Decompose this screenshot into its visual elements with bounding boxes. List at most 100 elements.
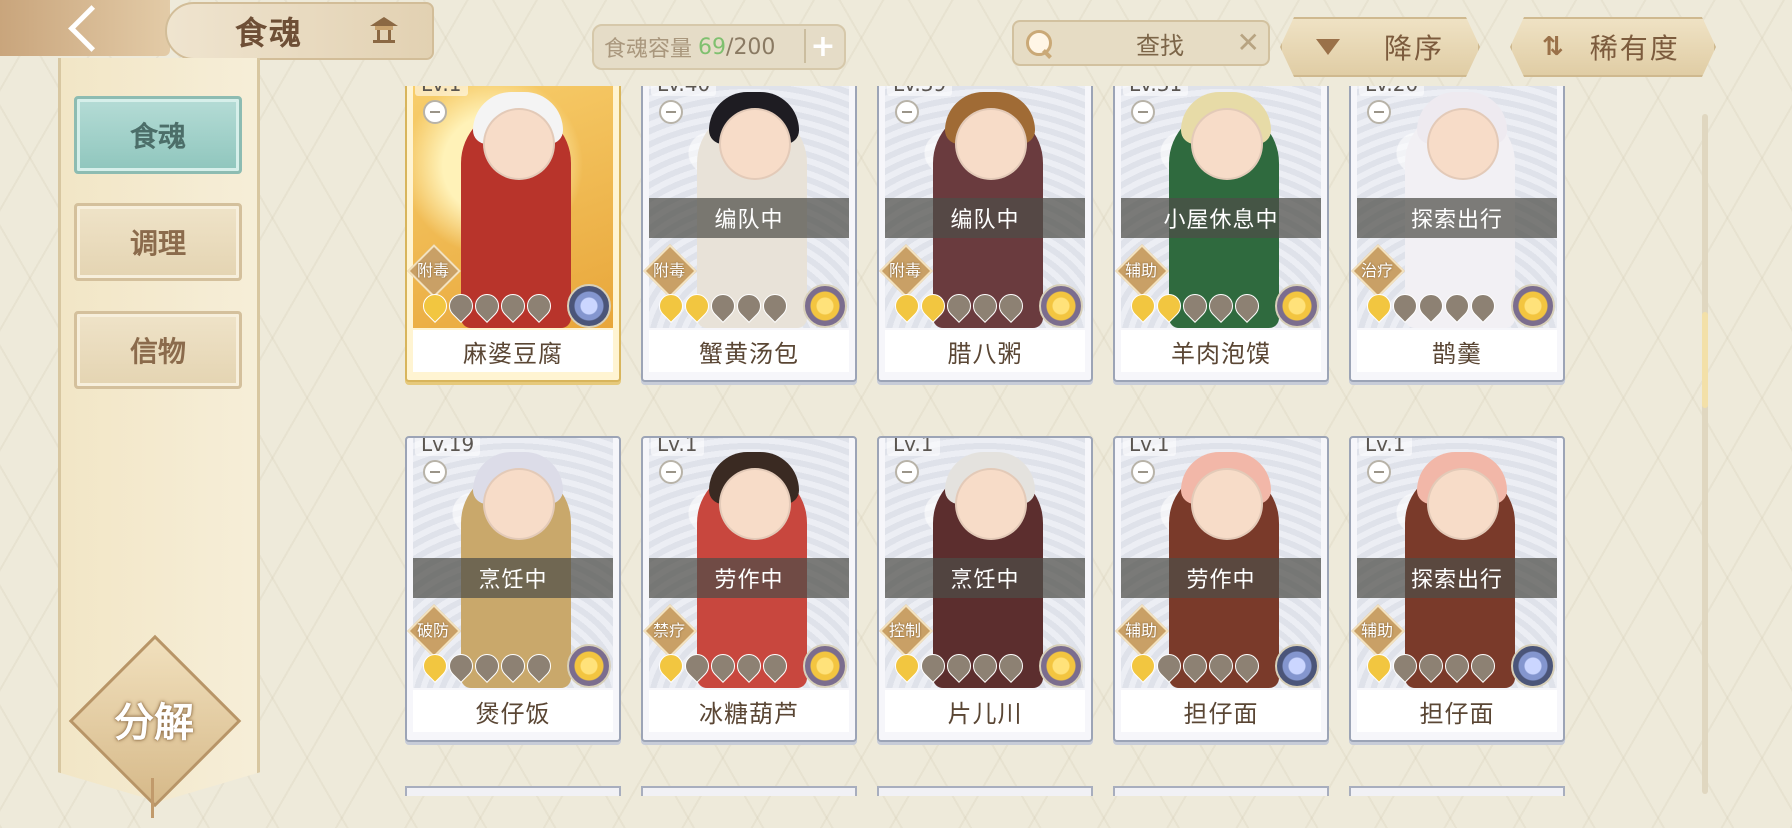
- role-label: 控制: [888, 621, 921, 640]
- flame-star-icon: [1204, 289, 1238, 323]
- food-soul-name: 担仔面: [1121, 690, 1321, 732]
- food-soul-card[interactable]: Lv.1 劳作中 辅助 担仔面: [1113, 436, 1329, 742]
- level-label: Lv.1: [1359, 438, 1412, 456]
- flame-star-icon: [1126, 649, 1160, 683]
- rarity-flower-icon: [1275, 284, 1319, 328]
- flame-star-icon: [1178, 649, 1212, 683]
- rarity-sort-label: 稀有度: [1589, 32, 1680, 65]
- sort-order-label: 降序: [1384, 32, 1445, 65]
- flame-star-icon: [654, 289, 688, 323]
- star-rating: [654, 289, 792, 323]
- flame-star-icon: [1388, 289, 1422, 323]
- lock-badge-icon[interactable]: [895, 460, 919, 484]
- partial-card[interactable]: [405, 786, 621, 796]
- sort-order-button[interactable]: 降序: [1280, 17, 1480, 77]
- level-label: Lv.39: [887, 86, 953, 96]
- star-rating: [654, 649, 792, 683]
- flame-star-icon: [942, 649, 976, 683]
- character-face: [719, 468, 791, 540]
- rarity-sort-button[interactable]: ⇅ 稀有度: [1510, 17, 1716, 77]
- food-soul-card[interactable]: Lv.1 附毒麻婆豆腐: [405, 86, 621, 382]
- flame-star-icon: [496, 289, 530, 323]
- food-soul-card[interactable]: Lv.1 探索出行 辅助 担仔面: [1349, 436, 1565, 742]
- flame-star-icon: [1466, 289, 1500, 323]
- partial-card[interactable]: [641, 786, 857, 796]
- star-rating: [1362, 289, 1500, 323]
- search-box[interactable]: 查找 ✕: [1012, 20, 1270, 66]
- capacity-label: 食魂容量: [604, 37, 693, 62]
- role-label: 破防: [416, 621, 449, 640]
- partial-card[interactable]: [1349, 786, 1565, 796]
- food-soul-card[interactable]: Lv.40 编队中附毒蟹黄汤包: [641, 86, 857, 382]
- flame-star-icon: [1204, 649, 1238, 683]
- lock-badge-icon[interactable]: [895, 100, 919, 124]
- tab-food-souls[interactable]: 食魂: [74, 96, 242, 174]
- rarity-flower-icon: [567, 644, 611, 688]
- flame-star-icon: [418, 289, 452, 323]
- tassel-decoration: [151, 778, 154, 818]
- character-face: [483, 468, 555, 540]
- flame-star-icon: [890, 289, 924, 323]
- lock-badge-icon[interactable]: [1367, 460, 1391, 484]
- character-face: [955, 108, 1027, 180]
- character-face: [719, 108, 791, 180]
- role-label: 附毒: [416, 261, 449, 280]
- role-label: 附毒: [888, 261, 921, 280]
- home-pavilion-icon[interactable]: [368, 14, 400, 44]
- flame-star-icon: [942, 289, 976, 323]
- rarity-flower-icon: [803, 284, 847, 328]
- flame-star-icon: [706, 649, 740, 683]
- food-soul-card[interactable]: Lv.1 烹饪中 控制 片儿川: [877, 436, 1093, 742]
- flame-star-icon: [758, 649, 792, 683]
- flame-star-icon: [680, 289, 714, 323]
- food-soul-name: 麻婆豆腐: [413, 330, 613, 372]
- role-label: 附毒: [652, 261, 685, 280]
- lock-badge-icon[interactable]: [423, 460, 447, 484]
- role-label: 治疗: [1360, 261, 1393, 280]
- back-button[interactable]: [0, 0, 170, 56]
- search-icon: [1026, 30, 1052, 56]
- food-soul-card[interactable]: Lv.19 烹饪中 破防 煲仔饭: [405, 436, 621, 742]
- lock-badge-icon[interactable]: [1367, 100, 1391, 124]
- capacity-separator: /: [726, 34, 734, 60]
- flame-star-icon: [470, 649, 504, 683]
- level-label: Lv.19: [415, 438, 481, 456]
- food-soul-card[interactable]: Lv.20 探索出行治疗鹊羹: [1349, 86, 1565, 382]
- flame-star-icon: [706, 289, 740, 323]
- flame-star-icon: [1126, 289, 1160, 323]
- flame-star-icon: [1440, 289, 1474, 323]
- lock-badge-icon[interactable]: [1131, 100, 1155, 124]
- scrollbar-thumb[interactable]: [1702, 312, 1708, 408]
- partial-card[interactable]: [877, 786, 1093, 796]
- clear-search-button[interactable]: ✕: [1237, 26, 1260, 59]
- scrollbar-track[interactable]: [1702, 114, 1708, 794]
- food-soul-card[interactable]: Lv.39 编队中附毒腊八粥: [877, 86, 1093, 382]
- lock-badge-icon[interactable]: [1131, 460, 1155, 484]
- status-banner: 烹饪中: [413, 558, 613, 598]
- decompose-label[interactable]: 分解: [92, 690, 216, 748]
- star-rating: [1126, 649, 1264, 683]
- flame-star-icon: [1230, 289, 1264, 323]
- status-banner: 编队中: [649, 198, 849, 238]
- lock-badge-icon[interactable]: [423, 100, 447, 124]
- add-capacity-button[interactable]: +: [804, 29, 840, 64]
- role-label: 辅助: [1124, 261, 1157, 280]
- flame-star-icon: [1388, 649, 1422, 683]
- lock-badge-icon[interactable]: [659, 100, 683, 124]
- flame-star-icon: [994, 649, 1028, 683]
- food-soul-card[interactable]: Lv.31 小屋休息中辅助羊肉泡馍: [1113, 86, 1329, 382]
- sort-arrows-icon: ⇅: [1542, 32, 1564, 62]
- lock-badge-icon[interactable]: [659, 460, 683, 484]
- star-rating: [1126, 289, 1264, 323]
- partial-card[interactable]: [1113, 786, 1329, 796]
- flame-star-icon: [1466, 649, 1500, 683]
- tab-conditioning[interactable]: 调理: [74, 203, 242, 281]
- tab-tokens[interactable]: 信物: [74, 311, 242, 389]
- status-banner: 烹饪中: [885, 558, 1085, 598]
- food-soul-name: 蟹黄汤包: [649, 330, 849, 372]
- food-soul-card[interactable]: Lv.1 劳作中 禁疗 冰糖葫芦: [641, 436, 857, 742]
- star-rating: [1362, 649, 1500, 683]
- character-face: [1427, 468, 1499, 540]
- flame-star-icon: [1362, 649, 1396, 683]
- flame-star-icon: [916, 289, 950, 323]
